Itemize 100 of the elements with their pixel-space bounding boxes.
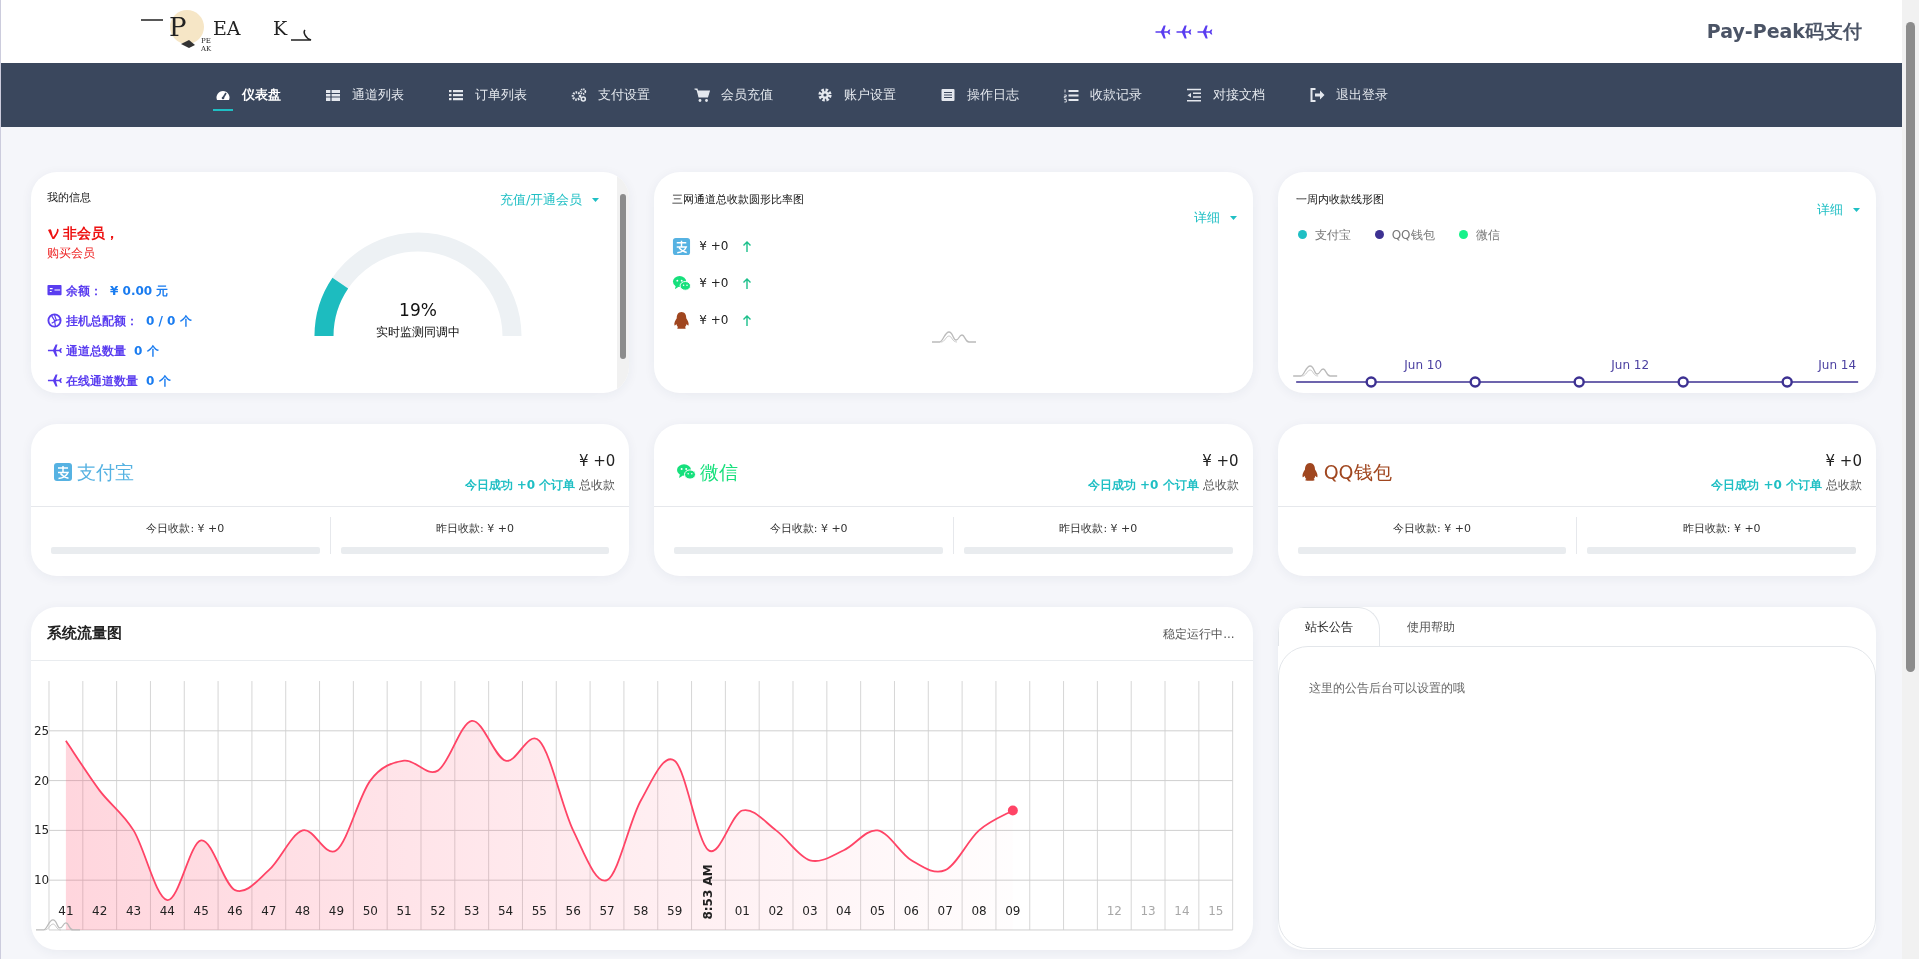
legend-label: 微信 <box>1475 226 1500 244</box>
logo-text: P <box>169 11 187 44</box>
stat-text: 昨日收款: ¥ +0 <box>435 521 515 537</box>
gauge-reading: 19% <box>399 299 438 320</box>
up-arrow-icon <box>742 313 753 327</box>
nav-link[interactable]: 操作日志 <box>940 85 1019 105</box>
mountain-icon <box>931 328 978 344</box>
mountain-icon <box>1292 366 1337 376</box>
axis-label: 45 <box>193 903 209 918</box>
logo-text: K <box>273 16 288 41</box>
member-status: 非会员， <box>63 223 119 243</box>
axis-label: 56 <box>565 903 581 918</box>
page-scrollbar[interactable] <box>1902 0 1919 959</box>
axis-label: 42 <box>92 903 108 918</box>
total-label: 总收款 <box>1202 477 1239 495</box>
axis-label: 25 <box>34 723 50 738</box>
tab[interactable]: 使用帮助 <box>1379 607 1482 646</box>
stat-text: 昨日收款: ¥ +0 <box>1058 521 1139 537</box>
site-title: Pay-Peak码支付 <box>1706 19 1862 45</box>
total-label: 总收款 <box>579 477 616 495</box>
orders-text: 今日成功 +0 个订单 <box>464 477 576 495</box>
document-icon <box>940 87 956 103</box>
axis-label: 10 <box>34 873 50 888</box>
stat-text: 昨日收款: ¥ +0 <box>1681 521 1762 537</box>
stat-label: 挂机总配额： <box>66 312 138 330</box>
total-label: 总收款 <box>1826 477 1862 495</box>
nav-link[interactable]: 账户设置 <box>817 85 896 105</box>
axis-label: 53 <box>464 903 480 918</box>
axis-label: 54 <box>497 903 514 918</box>
channel-name: 微信 <box>700 459 739 485</box>
stat-label: 在线通道数量 <box>66 372 138 390</box>
up-arrow-icon <box>742 239 753 253</box>
axis-label: Jun 12 <box>1610 358 1649 372</box>
scrollbar-thumb[interactable] <box>1906 22 1915 672</box>
axis-label: 59 <box>667 903 683 918</box>
nav-link[interactable]: 通道列表 <box>325 85 404 105</box>
legend-label: 支付宝 <box>1314 226 1351 244</box>
status-text: 稳定运行中... <box>1163 625 1235 643</box>
aperture-icon <box>47 313 62 328</box>
axis-label: 55 <box>531 903 547 918</box>
up-arrow-icon <box>742 276 753 290</box>
nav-link[interactable]: 会员充值 <box>694 85 773 105</box>
axis-label: 14 <box>1174 903 1190 918</box>
axis-label: 01 <box>734 903 750 918</box>
axis-label: 47 <box>261 903 277 918</box>
axis-label: 03 <box>802 903 818 918</box>
stat-text: 今日收款: ¥ +0 <box>1392 521 1472 537</box>
axis-label: 43 <box>125 903 142 918</box>
nav-link[interactable]: 订单列表 <box>448 85 527 105</box>
axis-label: 50 <box>362 903 378 918</box>
axis-label: 20 <box>34 773 50 788</box>
data-point <box>1007 805 1018 816</box>
nav-link[interactable]: 支付设置 <box>571 85 650 105</box>
gauge-caption: 实时监测同调中 <box>376 324 461 339</box>
logout-icon <box>1309 87 1325 103</box>
axis-label: 04 <box>836 903 852 918</box>
cart-icon <box>694 87 710 103</box>
plane-icon <box>1154 23 1172 40</box>
plane-icon <box>47 343 62 358</box>
total-amount: ¥ +0 <box>577 450 616 472</box>
nav-link[interactable]: 对接文档 <box>1186 85 1265 105</box>
axis-label: 46 <box>227 903 243 918</box>
legend-label: QQ钱包 <box>1391 226 1435 244</box>
caret-icon <box>1229 215 1237 220</box>
nav-link[interactable]: 退出登录 <box>1309 85 1388 105</box>
logo-text: EA <box>213 16 241 41</box>
nav-link[interactable]: 收款记录 <box>1063 85 1142 105</box>
axis-label: 02 <box>768 903 784 918</box>
stat-text: 今日收款: ¥ +0 <box>145 521 226 537</box>
axis-label: 15 <box>34 823 50 838</box>
scrollbar-thumb[interactable] <box>620 194 627 359</box>
axis-label: 8:53 AM <box>701 864 716 920</box>
axis-label: 48 <box>295 903 311 918</box>
plane-icon <box>1175 23 1193 40</box>
plane-icon <box>1196 23 1214 40</box>
notice-text: 这里的公告后台可以设置的哦 <box>1308 680 1466 697</box>
axis-label: 05 <box>869 903 886 918</box>
axis-label: 06 <box>903 903 919 918</box>
plane-icon <box>47 373 62 388</box>
total-amount: ¥ +0 <box>1201 450 1239 472</box>
tab[interactable]: 站长公告 <box>1277 607 1380 646</box>
id-card-icon <box>47 283 62 298</box>
caret-icon <box>1853 207 1860 212</box>
total-amount: ¥ +0 <box>1824 450 1862 472</box>
stat-text: 今日收款: ¥ +0 <box>768 521 849 537</box>
alipay-icon <box>672 236 692 256</box>
channel-name: QQ钱包 <box>1323 459 1392 485</box>
axis-label: Jun 10 <box>1403 358 1442 372</box>
card-title: 我的信息 <box>47 190 92 206</box>
axis-label: Jun 14 <box>1817 358 1856 372</box>
axis-label: 12 <box>1106 903 1122 918</box>
gear-icon <box>817 87 833 103</box>
axis-label: 57 <box>599 903 615 918</box>
v-mark-icon <box>47 227 59 239</box>
axis-label: 15 <box>1208 903 1224 918</box>
axis-label: 52 <box>430 903 446 918</box>
buy-membership-link[interactable]: 购买会员 <box>47 243 277 262</box>
indent-icon <box>1186 87 1202 103</box>
axis-label: 13 <box>1140 903 1156 918</box>
numbered-list-icon <box>1063 87 1079 103</box>
